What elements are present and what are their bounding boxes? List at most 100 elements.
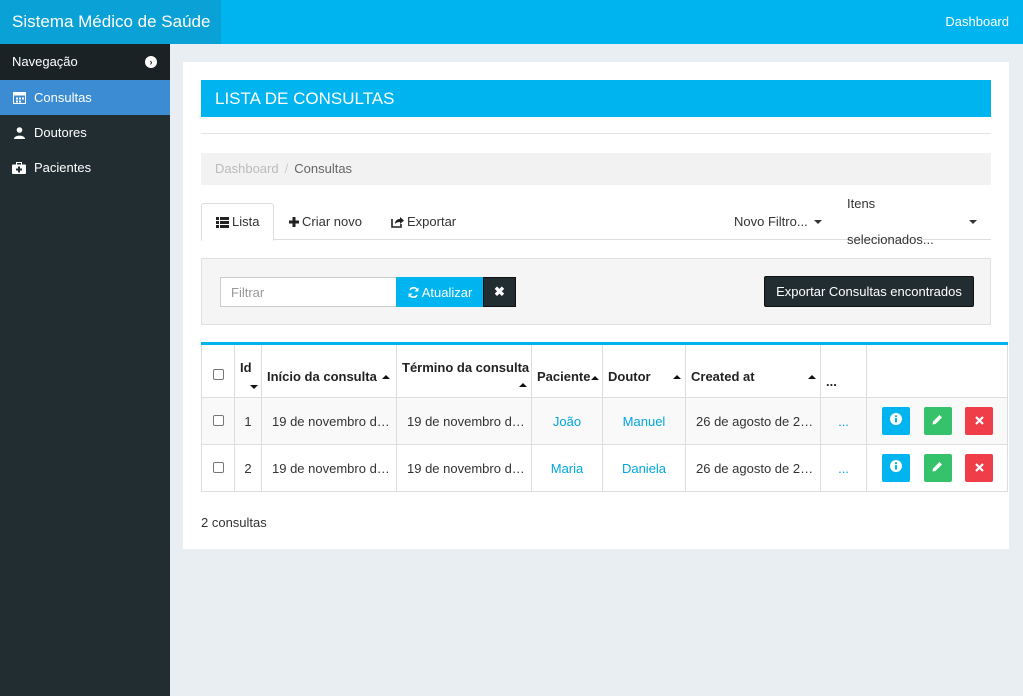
view-button[interactable] <box>882 406 910 435</box>
tab-label: Exportar <box>407 213 457 229</box>
sort-desc-icon <box>250 385 258 389</box>
list-icon <box>216 216 229 228</box>
column-header-label: ... <box>826 374 837 389</box>
cell-id: 1 <box>234 397 262 445</box>
divider <box>201 133 991 134</box>
cell-created-text: 26 de agosto de 2019 <box>696 460 815 476</box>
row-checkbox[interactable] <box>212 461 224 473</box>
cell-end-text: 19 de novembro de 2018 <box>407 460 526 476</box>
cell-start: 19 de novembro de 2018 <box>261 444 397 492</box>
sidebar-item-pacientes[interactable]: Pacientes <box>0 150 170 185</box>
tabs-bar: Lista Criar novo Exportar Novo Filtro...… <box>201 196 991 247</box>
consultas-table: Id Início da consulta Término da consult… <box>201 342 1008 492</box>
tab-label: Lista <box>232 214 260 229</box>
cell-end: 19 de novembro de 2018 <box>396 397 532 445</box>
export-results-button[interactable]: Exportar Consultas encontrados <box>764 276 974 307</box>
breadcrumb-separator: / <box>284 161 289 176</box>
dropdown-label: Novo Filtro... <box>734 213 808 229</box>
page-title: LISTA DE CONSULTAS <box>201 80 991 117</box>
cell-created: 26 de agosto de 2019 <box>685 444 821 492</box>
sidebar-item-label: Pacientes <box>34 160 92 175</box>
consultas-table-wrapper: Id Início da consulta Término da consult… <box>201 342 1008 492</box>
select-all-header <box>201 343 235 398</box>
column-header-inicio[interactable]: Início da consulta <box>261 343 397 398</box>
column-header-label: Id <box>240 360 252 375</box>
plus-icon <box>289 216 299 227</box>
sidebar-header[interactable]: Navegação › <box>0 44 170 80</box>
cell-end: 19 de novembro de 2018 <box>396 444 532 492</box>
top-bar: Sistema Médico de Saúde Dashboard <box>0 0 1023 44</box>
column-header-actions <box>866 343 1008 398</box>
caret-down-icon <box>969 219 977 224</box>
sidebar-header-label: Navegação <box>12 54 78 69</box>
column-header-termino[interactable]: Término da consulta <box>396 343 532 398</box>
close-icon: ✖ <box>494 284 505 299</box>
cell-id: 2 <box>234 444 262 492</box>
cell-more-link[interactable]: ... <box>820 397 867 445</box>
column-header-paciente[interactable]: Paciente <box>531 343 603 398</box>
app-title[interactable]: Sistema Médico de Saúde <box>0 0 221 44</box>
filter-panel: Atualizar ✖ Exportar Consultas encontrad… <box>201 258 991 325</box>
column-header-label: Doutor <box>608 369 651 384</box>
column-header-created-at[interactable]: Created at <box>685 343 821 398</box>
table-row: 2 19 de novembro de 2018 19 de novembro … <box>201 444 1008 492</box>
breadcrumb-dashboard[interactable]: Dashboard <box>215 161 279 176</box>
new-filter-dropdown[interactable]: Novo Filtro... <box>720 203 836 240</box>
row-checkbox[interactable] <box>212 414 224 426</box>
sort-asc-icon <box>673 375 681 379</box>
sidebar: Navegação › Consultas Doutores Pacientes <box>0 44 170 696</box>
column-header-label: Início da consulta <box>267 369 377 384</box>
column-header-id[interactable]: Id <box>234 343 262 398</box>
column-header-doutor[interactable]: Doutor <box>602 343 686 398</box>
cell-created: 26 de agosto de 2019 <box>685 397 821 445</box>
content-card: LISTA DE CONSULTAS Dashboard / Consultas L… <box>183 62 1009 549</box>
delete-button[interactable] <box>965 407 994 436</box>
results-count: 2 consultas <box>201 515 267 530</box>
delete-button[interactable] <box>965 454 994 483</box>
sort-asc-icon <box>519 383 527 387</box>
sidebar-item-doutores[interactable]: Doutores <box>0 115 170 150</box>
cell-created-text: 26 de agosto de 2019 <box>696 413 815 429</box>
sort-asc-icon <box>382 375 390 379</box>
tab-criar-novo[interactable]: Criar novo <box>275 203 376 240</box>
share-icon <box>391 216 404 228</box>
cell-doctor-link[interactable]: Manuel <box>602 397 686 445</box>
column-header-more: ... <box>820 343 867 398</box>
cell-actions <box>866 397 1008 445</box>
cell-start: 19 de novembro de 2018 <box>261 397 397 445</box>
chevron-right-icon[interactable]: › <box>145 56 157 68</box>
cell-start-text: 19 de novembro de 2018 <box>272 460 391 476</box>
dropdown-label: Itens selecionados... <box>847 195 934 247</box>
column-header-label: Paciente <box>537 369 591 384</box>
medkit-icon <box>12 161 26 174</box>
dashboard-link[interactable]: Dashboard <box>945 0 1009 44</box>
refresh-button[interactable]: Atualizar <box>396 277 484 307</box>
caret-down-icon <box>813 219 822 224</box>
cell-patient-link[interactable]: João <box>531 397 603 445</box>
edit-button[interactable] <box>923 454 952 483</box>
filter-input[interactable] <box>220 277 397 307</box>
view-button[interactable] <box>882 453 910 482</box>
edit-button[interactable] <box>923 407 952 436</box>
column-header-label: Término da consulta <box>402 360 530 375</box>
row-select-cell <box>201 444 235 492</box>
cell-end-text: 19 de novembro de 2018 <box>407 413 526 429</box>
pencil-icon <box>932 414 943 428</box>
sort-asc-icon <box>808 375 816 379</box>
cell-patient-link[interactable]: Maria <box>531 444 603 492</box>
info-icon <box>890 460 902 475</box>
cell-doctor-link[interactable]: Daniela <box>602 444 686 492</box>
tab-exportar[interactable]: Exportar <box>377 203 470 240</box>
tab-label: Criar novo <box>302 213 362 229</box>
selected-items-dropdown[interactable]: Itens selecionados... <box>833 196 991 247</box>
cell-more-link[interactable]: ... <box>820 444 867 492</box>
sort-asc-icon <box>591 375 600 380</box>
close-icon <box>974 414 984 428</box>
column-header-label: Created at <box>691 369 755 384</box>
select-all-checkbox[interactable] <box>212 369 224 380</box>
refresh-label: Atualizar <box>421 284 473 300</box>
sidebar-item-consultas[interactable]: Consultas <box>0 80 170 115</box>
info-icon <box>890 413 902 428</box>
clear-filter-button[interactable]: ✖ <box>483 277 516 307</box>
tab-lista[interactable]: Lista <box>201 203 275 241</box>
